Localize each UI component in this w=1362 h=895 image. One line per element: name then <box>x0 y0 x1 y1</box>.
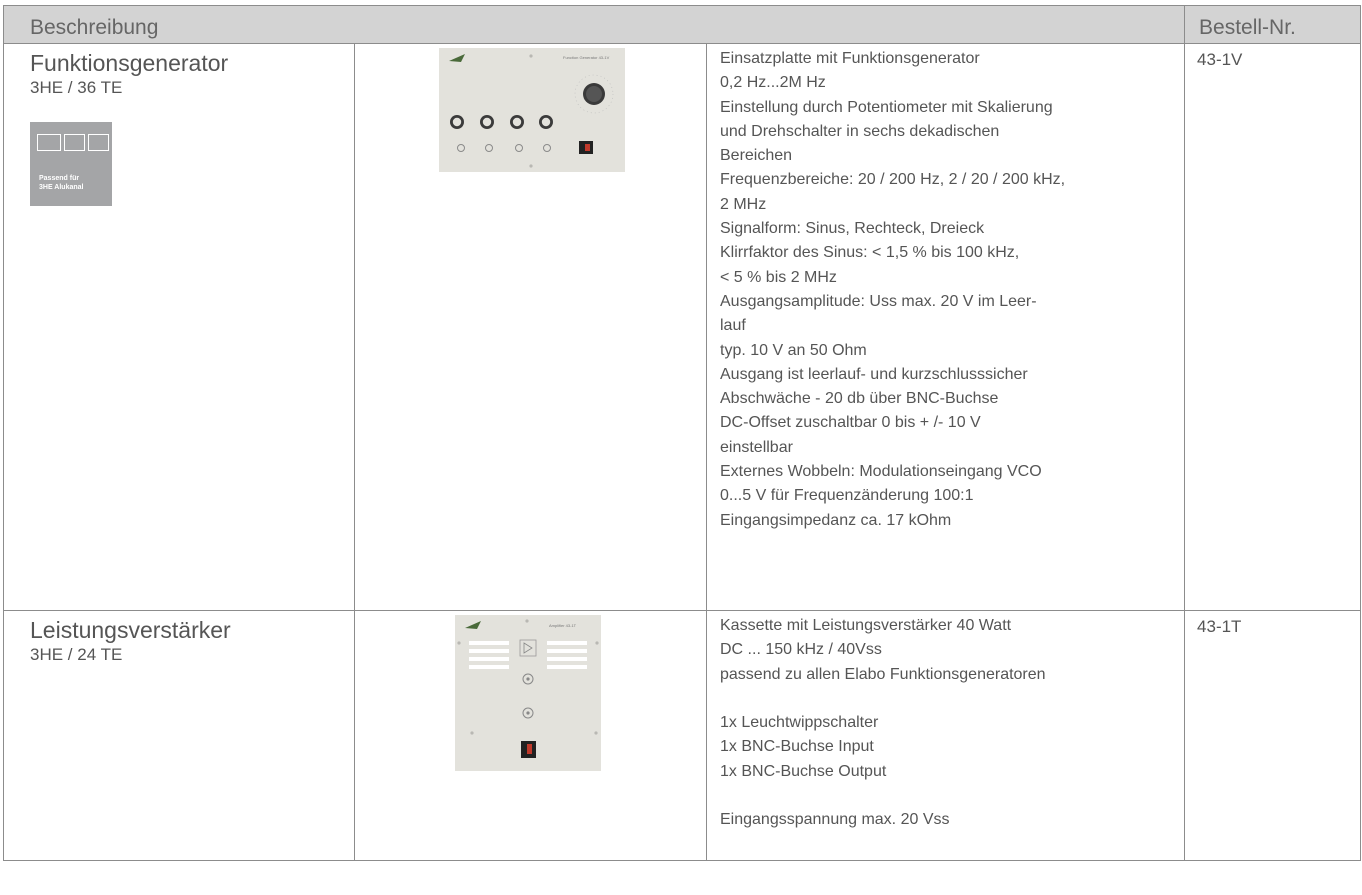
bnc-socket-icons <box>457 144 551 152</box>
order-number: 43-1T <box>1197 617 1242 636</box>
product-name-cell: Funktionsgenerator 3HE / 36 TE Passend f… <box>3 43 355 611</box>
alukanal-badge: Passend für 3HE Alukanal <box>30 122 112 206</box>
order-number-cell: 43-1T <box>1184 610 1362 861</box>
product-description: Einsatzplatte mit Funktionsgenerator 0,2… <box>720 50 1066 529</box>
product-description-cell: Einsatzplatte mit Funktionsgenerator 0,2… <box>705 43 1186 611</box>
product-size: 3HE / 36 TE <box>30 78 123 97</box>
product-size: 3HE / 24 TE <box>30 645 123 664</box>
order-number: 43-1V <box>1197 50 1243 69</box>
table-row-leistungsverstaerker: Leistungsverstärker 3HE / 24 TE Amplifie… <box>3 610 1362 861</box>
potentiometer-knob-icons <box>450 115 553 129</box>
header-description: Beschreibung <box>2 5 1186 44</box>
function-generator-panel-drawing: Function Generator 43-1V <box>449 54 614 168</box>
slot-icon <box>37 134 109 151</box>
amplifier-panel-drawing: Amplifier 43-1T <box>457 619 599 758</box>
product-name: Leistungsverstärker <box>30 617 231 643</box>
table-header-row: Beschreibung Bestell-Nr. <box>2 5 1362 44</box>
product-spec-page: Beschreibung Bestell-Nr. Funktionsgenera… <box>0 0 1362 895</box>
elabo-logo-icon <box>449 54 465 62</box>
amplifier-panel-image: Amplifier 43-1T <box>455 615 601 771</box>
product-image-cell: Function Generator 43-1V <box>354 43 707 611</box>
table-row-funktionsgenerator: Funktionsgenerator 3HE / 36 TE Passend f… <box>3 43 1362 611</box>
elabo-logo-icon <box>465 621 481 629</box>
amplifier-symbol-icon <box>519 639 537 657</box>
header-order-number: Bestell-Nr. <box>1184 5 1362 44</box>
order-number-cell: 43-1V <box>1184 43 1362 611</box>
svg-text:Function Generator 43-1V: Function Generator 43-1V <box>563 55 610 60</box>
svg-text:Amplifier 43-1T: Amplifier 43-1T <box>549 623 577 628</box>
product-name-cell: Leistungsverstärker 3HE / 24 TE <box>3 610 355 861</box>
function-generator-panel-image: Function Generator 43-1V <box>439 48 625 172</box>
frequency-dial-icon <box>574 74 614 114</box>
product-description-cell: Kassette mit Leistungsverstärker 40 Watt… <box>705 610 1186 861</box>
product-name: Funktionsgenerator <box>30 50 229 76</box>
product-description: Kassette mit Leistungsverstärker 40 Watt… <box>720 617 1046 829</box>
product-table: Beschreibung Bestell-Nr. Funktionsgenera… <box>2 5 1362 861</box>
product-image-cell: Amplifier 43-1T <box>354 610 707 861</box>
